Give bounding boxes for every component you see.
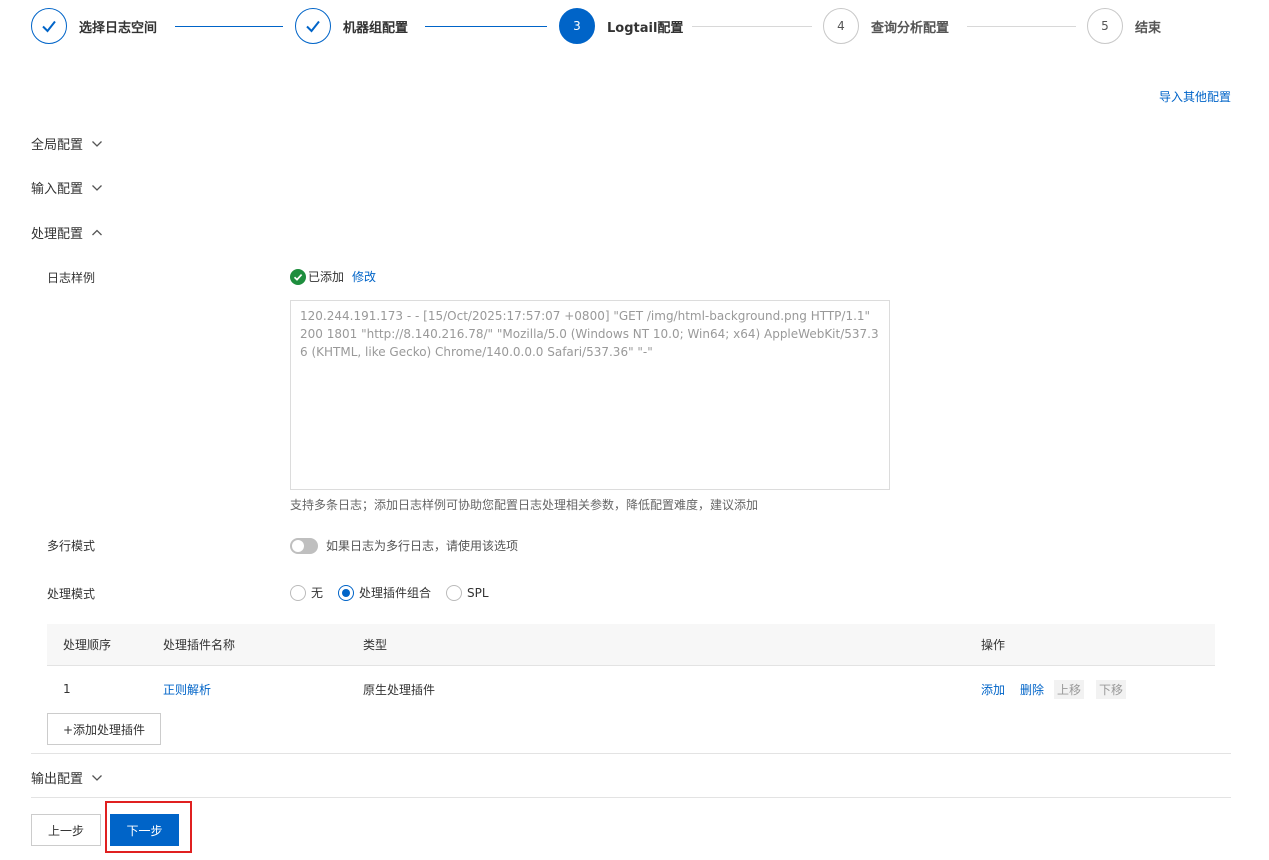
move-down-op: 下移 xyxy=(1096,679,1127,699)
plugin-table: 处理顺序 处理插件名称 类型 操作 1 正则解析 原生处理插件 添加 删除 上移… xyxy=(47,624,1215,712)
chevron-down-icon xyxy=(91,772,103,784)
step-connector xyxy=(967,26,1076,27)
sample-textarea[interactable]: 120.244.191.173 - - [15/Oct/2025:17:57:0… xyxy=(290,300,890,490)
header-ops: 操作 xyxy=(981,638,1006,652)
row-type: 原生处理插件 xyxy=(363,682,436,697)
chevron-down-icon xyxy=(91,182,103,194)
step-1: 选择日志空间 xyxy=(31,8,157,44)
chevron-up-icon xyxy=(91,227,103,239)
table-header: 处理顺序 处理插件名称 类型 操作 xyxy=(47,624,1215,666)
table-row: 1 正则解析 原生处理插件 添加 删除 上移 下移 xyxy=(47,666,1215,712)
step-connector xyxy=(692,26,812,27)
add-op-link[interactable]: 添加 xyxy=(981,681,1005,698)
step-5: 5 结束 xyxy=(1087,8,1161,44)
multiline-label: 多行模式 xyxy=(47,539,96,553)
import-config-link[interactable]: 导入其他配置 xyxy=(1159,88,1231,105)
divider xyxy=(31,753,1231,754)
step-label: 查询分析配置 xyxy=(871,20,950,36)
delete-op-link[interactable]: 删除 xyxy=(1020,681,1044,698)
plugin-name-link[interactable]: 正则解析 xyxy=(163,666,211,712)
move-up-op: 上移 xyxy=(1054,679,1085,699)
row-order: 1 xyxy=(63,682,71,696)
section-label: 输出配置 xyxy=(31,772,84,787)
highlight-box xyxy=(105,801,192,853)
step-connector xyxy=(425,26,547,27)
multiline-hint: 如果日志为多行日志，请使用该选项 xyxy=(326,539,519,553)
step-number: 3 xyxy=(559,8,595,44)
section-label: 输入配置 xyxy=(31,182,84,197)
section-process[interactable]: 处理配置 xyxy=(31,223,103,242)
section-label: 处理配置 xyxy=(31,227,84,242)
multiline-toggle[interactable] xyxy=(290,537,318,554)
step-2: 机器组配置 xyxy=(295,8,408,44)
modify-sample-link[interactable]: 修改 xyxy=(352,268,376,285)
mode-option-plugin[interactable]: 处理插件组合 xyxy=(338,584,431,601)
step-connector xyxy=(175,26,283,27)
header-order: 处理顺序 xyxy=(63,638,112,652)
prev-button[interactable]: 上一步 xyxy=(31,814,101,846)
step-4: 4 查询分析配置 xyxy=(823,8,949,44)
step-label: 选择日志空间 xyxy=(79,20,158,36)
mode-label: 处理模式 xyxy=(47,587,96,601)
steps-bar: 选择日志空间 机器组配置 3 Logtail配置 4 查询分析配置 5 结束 xyxy=(31,8,1241,44)
step-number: 5 xyxy=(1087,8,1123,44)
radio-label: 处理插件组合 xyxy=(359,586,432,600)
mode-option-none[interactable]: 无 xyxy=(290,584,323,601)
section-output[interactable]: 输出配置 xyxy=(31,768,103,787)
step-label: Logtail配置 xyxy=(607,20,684,36)
section-label: 全局配置 xyxy=(31,138,84,153)
chevron-down-icon xyxy=(91,138,103,150)
mode-option-spl[interactable]: SPL xyxy=(446,584,489,601)
header-name: 处理插件名称 xyxy=(163,638,236,652)
sample-status: 已添加 修改 xyxy=(290,268,376,285)
radio-icon xyxy=(290,584,306,601)
check-icon xyxy=(295,8,331,44)
mode-radio-group: 无 处理插件组合 SPL xyxy=(290,584,504,601)
radio-checked-icon xyxy=(338,584,355,601)
section-input[interactable]: 输入配置 xyxy=(31,178,103,197)
section-global[interactable]: 全局配置 xyxy=(31,134,103,153)
step-3: 3 Logtail配置 xyxy=(559,8,683,44)
success-check-icon xyxy=(290,268,306,285)
header-type: 类型 xyxy=(363,638,388,652)
radio-label: SPL xyxy=(467,585,489,600)
add-plugin-button[interactable]: +添加处理插件 xyxy=(47,713,161,745)
check-icon xyxy=(31,8,67,44)
step-label: 结束 xyxy=(1135,20,1162,36)
sample-label: 日志样例 xyxy=(47,271,96,285)
multiline-toggle-group: 如果日志为多行日志，请使用该选项 xyxy=(290,537,518,554)
sample-status-text: 已添加 xyxy=(308,270,345,284)
step-number: 4 xyxy=(823,8,859,44)
sample-hint: 支持多条日志；添加日志样例可协助您配置日志处理相关参数，降低配置难度，建议添加 xyxy=(290,498,759,512)
step-label: 机器组配置 xyxy=(343,20,409,36)
radio-icon xyxy=(446,584,463,601)
row-ops: 添加 删除 上移 下移 xyxy=(981,666,1127,712)
radio-label: 无 xyxy=(311,586,324,600)
divider xyxy=(31,797,1231,798)
